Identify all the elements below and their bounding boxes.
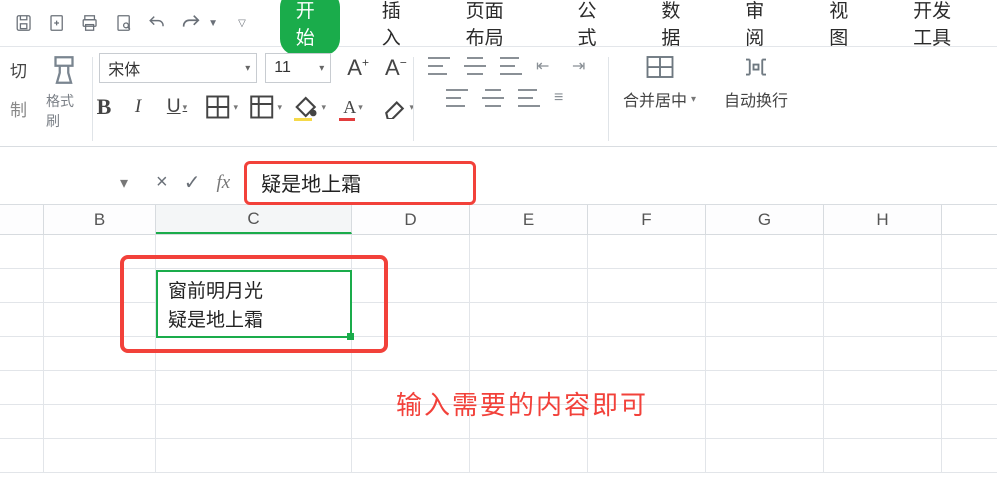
ribbon: 切 制 格式刷 宋体▾ 11▾ A+ A− B I U▾ ▾ ▾ ▾ A▾ ▾ (0, 47, 997, 147)
instruction-annotation: 输入需要的内容即可 (396, 385, 648, 422)
fx-button[interactable]: fx (216, 172, 230, 194)
font-color-button[interactable]: A▾ (336, 95, 370, 119)
bold-button[interactable]: B (92, 95, 116, 119)
chevron-down-icon: ▾ (319, 63, 324, 74)
fill-handle[interactable] (347, 333, 354, 340)
confirm-edit-button[interactable]: ✓ (184, 170, 201, 195)
cancel-edit-button[interactable]: × (156, 171, 168, 194)
col-header-g[interactable]: G (706, 205, 824, 234)
tab-formula[interactable]: 公式 (563, 0, 619, 56)
save-icon[interactable] (14, 12, 33, 34)
font-size-combo[interactable]: 11 ▾ (265, 53, 331, 83)
merge-icon (645, 53, 675, 81)
indent-increase-icon[interactable]: ⇥ (572, 57, 594, 75)
wrap-label: 自动换行 (724, 87, 788, 111)
cell-line-2: 疑是地上霜 (168, 307, 340, 336)
cell-style-button[interactable]: ▾ (248, 95, 282, 119)
font-size-value: 11 (274, 59, 291, 77)
wrap-icon (741, 53, 771, 81)
justify-icon[interactable]: ≡ (554, 89, 576, 107)
tab-start[interactable]: 开始 (280, 0, 340, 55)
chevron-down-icon: ▾ (691, 94, 696, 105)
font-group: 宋体▾ 11▾ A+ A− B I U▾ ▾ ▾ ▾ A▾ ▾ (93, 53, 413, 146)
col-header-h[interactable]: H (824, 205, 942, 234)
formula-input-value: 疑是地上霜 (261, 168, 361, 197)
ribbon-tabs: 开始 插入 页面布局 公式 数据 审阅 视图 开发工具 (280, 0, 983, 46)
active-cell-editor[interactable]: 窗前明月光 疑是地上霜 (156, 270, 352, 338)
tab-devtools[interactable]: 开发工具 (899, 0, 983, 56)
font-name-combo[interactable]: 宋体 ▾ (99, 53, 257, 83)
qat-customize-icon[interactable]: ▽ (238, 18, 246, 29)
align-middle-icon[interactable] (464, 57, 486, 75)
align-center-icon[interactable] (482, 89, 504, 107)
tab-review[interactable]: 审阅 (731, 0, 787, 56)
fill-color-button[interactable]: ▾ (292, 95, 326, 119)
borders-button[interactable]: ▾ (204, 95, 238, 119)
clipboard-cut-group: 切 制 (0, 53, 36, 146)
decrease-font-icon[interactable]: A− (385, 55, 407, 81)
cut-label[interactable]: 切 (10, 57, 27, 82)
merge-center-button[interactable]: 合并居中 ▾ (609, 53, 710, 146)
tab-insert[interactable]: 插入 (368, 0, 424, 56)
quick-access-toolbar: ▼ ▽ 开始 插入 页面布局 公式 数据 审阅 视图 开发工具 (0, 0, 997, 46)
align-right-icon[interactable] (518, 89, 540, 107)
align-left-icon[interactable] (446, 89, 468, 107)
column-headers: B C D E F G H (0, 205, 997, 235)
copy-label[interactable]: 制 (10, 96, 27, 121)
redo-dropdown-icon[interactable]: ▼ (208, 18, 218, 29)
col-header-f[interactable]: F (588, 205, 706, 234)
print-icon[interactable] (80, 12, 99, 34)
font-name-value: 宋体 (108, 56, 140, 80)
indent-decrease-icon[interactable]: ⇤ (536, 57, 558, 75)
wrap-text-button[interactable]: 自动换行 (710, 53, 802, 146)
align-top-icon[interactable] (428, 57, 450, 75)
col-header-blank[interactable] (0, 205, 44, 234)
align-bottom-icon[interactable] (500, 57, 522, 75)
worksheet-grid: B C D E F G H 窗前明月光 疑是地上霜 输入需要的内容即可 (0, 205, 997, 473)
col-header-c[interactable]: C (156, 205, 352, 234)
format-painter-group: 格式刷 (36, 53, 92, 146)
underline-button[interactable]: U▾ (160, 95, 194, 119)
redo-icon[interactable] (180, 12, 202, 34)
merge-label: 合并居中 (623, 87, 687, 111)
new-icon[interactable] (47, 12, 66, 34)
tab-layout[interactable]: 页面布局 (452, 0, 536, 56)
rows (0, 235, 997, 473)
increase-font-icon[interactable]: A+ (347, 55, 369, 81)
italic-button[interactable]: I (126, 95, 150, 119)
eraser-button[interactable]: ▾ (380, 95, 414, 119)
cell-line-1: 窗前明月光 (168, 278, 340, 307)
col-header-e[interactable]: E (470, 205, 588, 234)
tab-view[interactable]: 视图 (815, 0, 871, 56)
chevron-down-icon: ▾ (245, 63, 250, 74)
brush-icon[interactable] (47, 53, 81, 87)
col-header-d[interactable]: D (352, 205, 470, 234)
namebox-dropdown[interactable]: ▾ (110, 169, 138, 197)
undo-icon[interactable] (147, 12, 166, 34)
tab-data[interactable]: 数据 (647, 0, 703, 56)
formula-input[interactable]: 疑是地上霜 (244, 161, 476, 205)
format-painter-label[interactable]: 格式刷 (46, 91, 82, 131)
col-header-b[interactable]: B (44, 205, 156, 234)
preview-icon[interactable] (114, 12, 133, 34)
alignment-group: ⇤ ⇥ ≡ (414, 53, 608, 146)
formula-bar: ▾ × ✓ fx 疑是地上霜 (0, 147, 997, 205)
